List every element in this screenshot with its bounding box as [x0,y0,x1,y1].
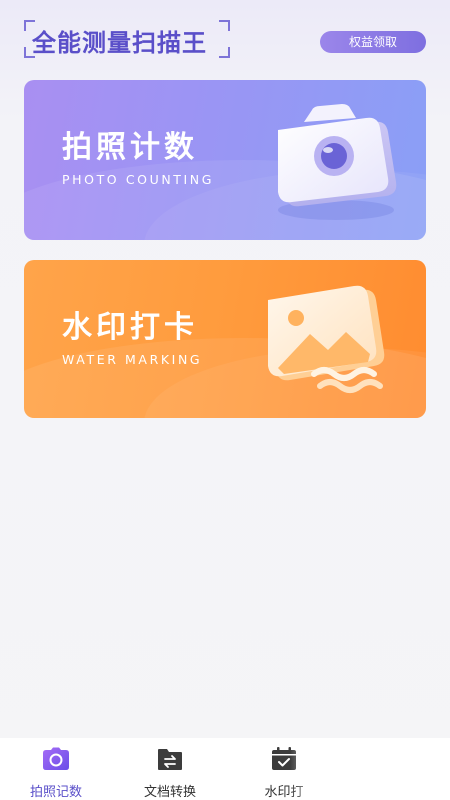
image-watermark-icon [268,285,385,393]
camera-icon [43,747,69,770]
bottom-navigation: 拍照记数 文档转换 水印打 [0,738,450,800]
app-title: 全能测量扫描王 [32,29,207,57]
frame-corner [219,47,230,58]
nav-fade-overlay [290,738,450,800]
nav-label: 拍照记数 [29,785,82,800]
header: 全能测量扫描王 权益领取 [0,0,450,70]
card-title: 水印打卡 [62,310,198,345]
card-title: 拍照计数 [62,130,198,165]
frame-corner [219,20,230,31]
camera-icon [278,104,397,220]
benefit-claim-button[interactable]: 权益领取 [320,31,426,53]
app-title-frame: 全能测量扫描王 [24,20,230,58]
nav-item-document-convert[interactable]: 文档转换 [130,744,210,800]
nav-label: 文档转换 [143,785,196,800]
nav-item-photo-counting[interactable]: 拍照记数 [16,744,96,800]
folder-convert-icon [158,749,182,770]
card-subtitle: PHOTO COUNTING [62,172,215,187]
card-subtitle: WATER MARKING [62,352,203,367]
water-marking-card[interactable]: 水印打卡 WATER MARKING [24,260,426,418]
photo-counting-card[interactable]: 拍照计数 PHOTO COUNTING [24,80,426,240]
